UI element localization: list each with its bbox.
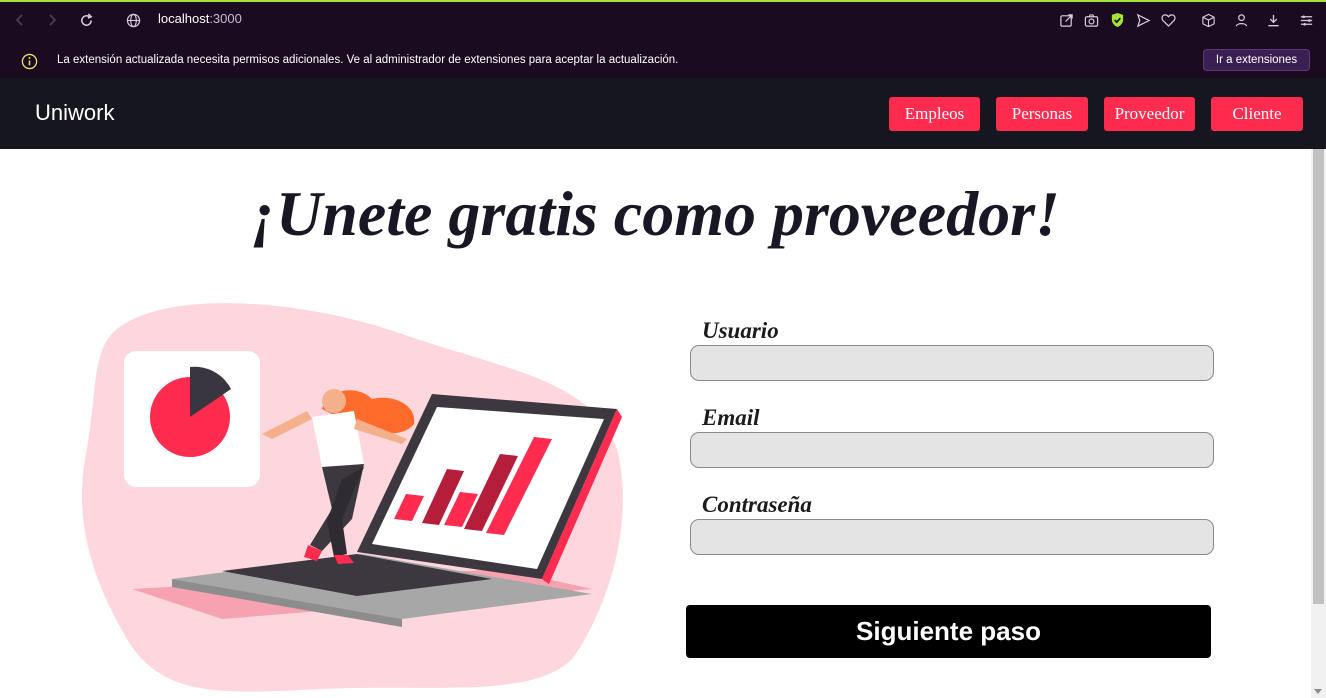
- browser-toolbar: localhost:3000: [0, 2, 1326, 40]
- notice-text: La extensión actualizada necesita permis…: [57, 54, 679, 66]
- share-icon[interactable]: [1056, 10, 1076, 30]
- password-label: Contraseña: [702, 492, 812, 517]
- scrollbar-thumb[interactable]: [1313, 149, 1324, 604]
- usuario-input[interactable]: [690, 345, 1214, 381]
- provider-illustration: [81, 303, 623, 692]
- cube-icon[interactable]: [1198, 10, 1218, 30]
- nav-empleos-button[interactable]: Empleos: [889, 97, 980, 131]
- email-input[interactable]: [690, 432, 1214, 468]
- url-host: localhost: [158, 11, 210, 26]
- nav-personas-button[interactable]: Personas: [996, 97, 1088, 131]
- shield-icon[interactable]: [1107, 10, 1127, 30]
- camera-icon[interactable]: [1081, 10, 1101, 30]
- forward-icon[interactable]: [42, 10, 62, 30]
- info-icon: [19, 51, 39, 71]
- go-to-extensions-button[interactable]: Ir a extensiones: [1203, 49, 1310, 71]
- nav-proveedor-button[interactable]: Proveedor: [1104, 97, 1195, 131]
- email-label: Email: [702, 405, 760, 430]
- brand-logo[interactable]: Uniwork: [35, 100, 114, 126]
- nav-cliente-button[interactable]: Cliente: [1211, 97, 1303, 131]
- extension-notice-bar: La extensión actualizada necesita permis…: [0, 40, 1326, 80]
- app-navbar: Uniwork Empleos Personas Proveedor Clien…: [0, 78, 1326, 149]
- main-content: ¡Unete gratis como proveedor! Usuario Em…: [0, 149, 1311, 698]
- page-scrollbar[interactable]: [1311, 149, 1326, 698]
- profile-icon[interactable]: [1231, 10, 1251, 30]
- globe-icon: [123, 10, 143, 30]
- password-input[interactable]: [690, 519, 1214, 555]
- heart-icon[interactable]: [1158, 10, 1178, 30]
- download-icon[interactable]: [1263, 10, 1283, 30]
- scroll-down-icon[interactable]: [1314, 689, 1322, 694]
- next-step-button[interactable]: Siguiente paso: [686, 605, 1211, 658]
- address-bar[interactable]: localhost:3000: [158, 11, 242, 26]
- back-icon[interactable]: [10, 10, 30, 30]
- browser-chrome: localhost:3000 La extensión actualizada …: [0, 0, 1326, 78]
- menu-icon[interactable]: [1296, 10, 1316, 30]
- page-title: ¡Unete gratis como proveedor!: [251, 178, 1060, 249]
- reload-icon[interactable]: [76, 10, 96, 30]
- send-icon[interactable]: [1133, 10, 1153, 30]
- usuario-label: Usuario: [702, 318, 779, 343]
- url-port: :3000: [209, 11, 242, 26]
